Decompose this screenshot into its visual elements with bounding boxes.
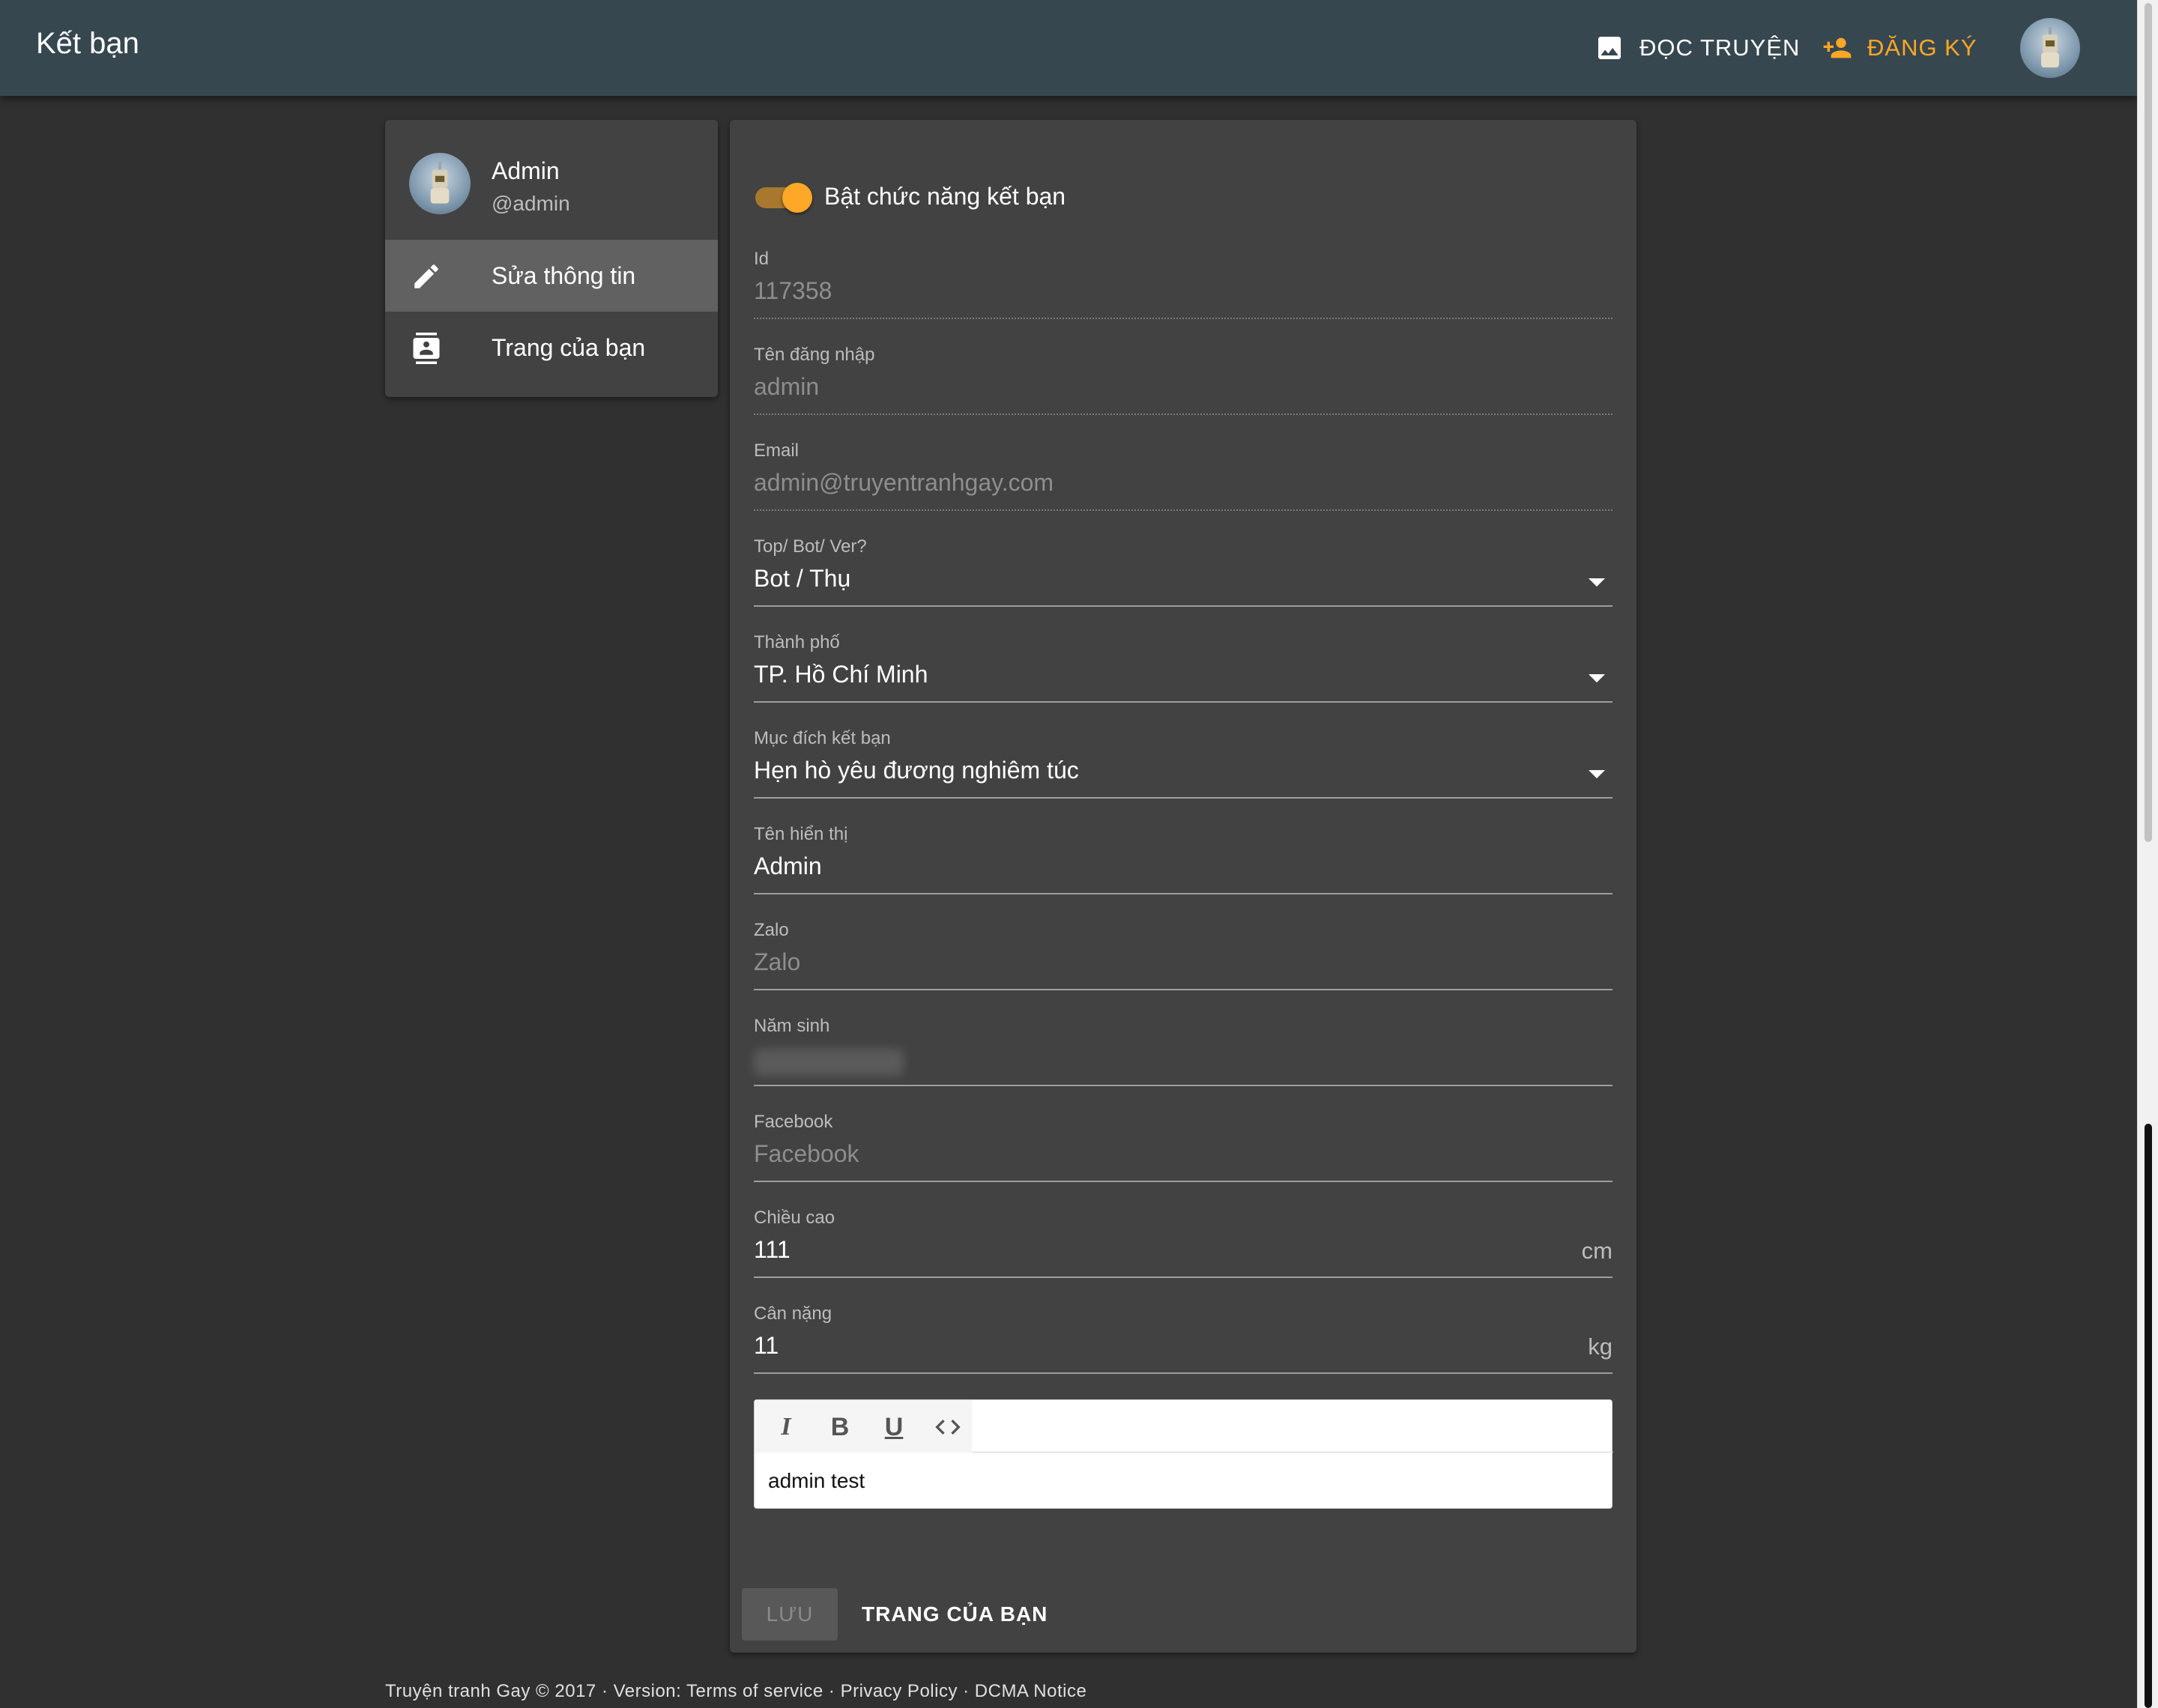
- editor-toolbar: I B U: [755, 1400, 1613, 1453]
- field-underline: [754, 605, 1613, 607]
- field-underline: [754, 797, 1613, 799]
- weight-field-value[interactable]: 11: [754, 1332, 779, 1360]
- robot-avatar-icon: [2041, 27, 2059, 67]
- field-underline: [754, 701, 1613, 703]
- field-underline: [754, 1181, 1613, 1182]
- friend-feature-toggle-label: Bật chức năng kết bạn: [824, 183, 1066, 210]
- id-field-label: Id: [754, 249, 770, 269]
- display-name-field-value[interactable]: Admin: [754, 853, 822, 880]
- field-underline: [754, 1372, 1613, 1374]
- display-name-field-label: Tên hiển thị: [754, 824, 848, 844]
- weight-field[interactable]: Cân nặng 11 kg: [754, 1303, 1613, 1386]
- birth-year-field-label: Năm sinh: [754, 1016, 830, 1036]
- scrollbar-thumb[interactable]: [2145, 3, 2152, 842]
- field-underline: [754, 989, 1613, 990]
- robot-avatar-icon: [430, 162, 450, 204]
- city-select-value: TP. Hồ Chí Minh: [754, 661, 928, 688]
- my-page-button[interactable]: TRANG CỦA BẠN: [853, 1588, 1057, 1641]
- email-field: Email admin@truyentranhgay.com: [754, 440, 1613, 523]
- height-unit: cm: [1581, 1238, 1613, 1264]
- save-button[interactable]: LƯU: [742, 1588, 838, 1641]
- bio-rich-text-editor[interactable]: I B U admin test: [754, 1399, 1613, 1509]
- profile-menu-card: Admin @admin Sửa thông tin Trang của bạn: [385, 120, 718, 397]
- purpose-select[interactable]: Mục đích kết bạn Hẹn hò yêu đương nghiêm…: [754, 728, 1613, 811]
- scrollbar-track-dark: [2145, 1124, 2152, 1708]
- field-underline: [754, 509, 1613, 511]
- profile-name: Admin: [492, 157, 560, 184]
- username-field-label: Tên đăng nhập: [754, 345, 875, 365]
- blurred-birth-year-value[interactable]: [754, 1049, 904, 1076]
- page: Kết bạn ĐỌC TRUYỆN ĐĂNG KÝ Admin @admin …: [0, 0, 2158, 1708]
- email-field-label: Email: [754, 440, 800, 461]
- id-field: Id 117358: [754, 249, 1613, 331]
- city-select[interactable]: Thành phố TP. Hồ Chí Minh: [754, 632, 1613, 715]
- person-add-icon: [1823, 37, 1852, 58]
- contact-card-icon: [413, 333, 440, 364]
- role-select[interactable]: Top/ Bot/ Ver? Bot / Thụ: [754, 536, 1613, 619]
- footer: Truyện tranh Gay © 2017 · Version: Terms…: [385, 1681, 1087, 1701]
- profile-avatar: [409, 153, 471, 214]
- field-underline: [754, 414, 1613, 415]
- register-label: ĐĂNG KÝ: [1867, 34, 1977, 61]
- edit-profile-form: Bật chức năng kết bạn Id 117358 Tên đăng…: [730, 120, 1636, 1653]
- underline-icon[interactable]: U: [877, 1411, 910, 1444]
- sidebar-item-label: Sửa thông tin: [492, 262, 636, 289]
- read-comics-label: ĐỌC TRUYỆN: [1639, 34, 1801, 61]
- field-underline: [754, 1085, 1613, 1086]
- dropdown-arrow-icon: [1589, 674, 1605, 682]
- editor-content[interactable]: admin test: [768, 1469, 865, 1493]
- purpose-select-label: Mục đích kết bạn: [754, 728, 891, 748]
- display-name-field[interactable]: Tên hiển thị Admin: [754, 824, 1613, 906]
- city-select-label: Thành phố: [754, 632, 840, 652]
- italic-icon[interactable]: I: [770, 1411, 803, 1444]
- sidebar-item-my-page[interactable]: Trang của bạn: [385, 312, 718, 384]
- profile-handle: @admin: [492, 192, 570, 215]
- toggle-thumb: [782, 183, 812, 213]
- zalo-field-label: Zalo: [754, 920, 789, 940]
- role-select-label: Top/ Bot/ Ver?: [754, 536, 867, 557]
- bold-icon[interactable]: B: [823, 1411, 856, 1444]
- purpose-select-value: Hẹn hò yêu đương nghiêm túc: [754, 757, 1079, 784]
- weight-unit: kg: [1588, 1333, 1613, 1360]
- role-select-value: Bot / Thụ: [754, 565, 851, 592]
- field-underline: [754, 318, 1613, 319]
- register-button[interactable]: ĐĂNG KÝ: [1822, 28, 1977, 67]
- user-avatar[interactable]: [2020, 18, 2080, 78]
- height-field-value[interactable]: 111: [754, 1236, 791, 1264]
- zalo-field[interactable]: Zalo Zalo: [754, 920, 1613, 1002]
- pencil-icon: [414, 264, 438, 288]
- read-comics-button[interactable]: ĐỌC TRUYỆN: [1595, 28, 1800, 67]
- app-bar: Kết bạn ĐỌC TRUYỆN ĐĂNG KÝ: [0, 0, 2137, 96]
- birth-year-field[interactable]: Năm sinh: [754, 1016, 1613, 1098]
- username-field-value: admin: [754, 373, 820, 400]
- facebook-field[interactable]: Facebook Facebook: [754, 1112, 1613, 1194]
- sidebar-item-label: Trang của bạn: [492, 334, 646, 361]
- weight-field-label: Cân nặng: [754, 1303, 832, 1324]
- facebook-field-label: Facebook: [754, 1112, 833, 1132]
- zalo-field-placeholder[interactable]: Zalo: [754, 948, 800, 976]
- code-brackets-icon: [935, 1420, 961, 1435]
- height-field[interactable]: Chiều cao 111 cm: [754, 1208, 1613, 1290]
- profile-header: Admin @admin: [385, 120, 718, 240]
- email-field-value: admin@truyentranhgay.com: [754, 469, 1054, 496]
- field-underline: [754, 893, 1613, 894]
- field-underline: [754, 1277, 1613, 1278]
- app-title: Kết bạn: [36, 27, 139, 60]
- code-icon[interactable]: [931, 1411, 964, 1444]
- dropdown-arrow-icon: [1589, 578, 1605, 587]
- image-icon: [1598, 37, 1621, 59]
- friend-feature-toggle[interactable]: [754, 181, 814, 213]
- facebook-field-placeholder[interactable]: Facebook: [754, 1140, 859, 1168]
- id-field-value: 117358: [754, 277, 832, 304]
- page-scrollbar[interactable]: [2137, 0, 2158, 1708]
- dropdown-arrow-icon: [1589, 770, 1605, 778]
- height-field-label: Chiều cao: [754, 1208, 835, 1228]
- username-field: Tên đăng nhập admin: [754, 345, 1613, 427]
- sidebar-item-edit-info[interactable]: Sửa thông tin: [385, 240, 718, 312]
